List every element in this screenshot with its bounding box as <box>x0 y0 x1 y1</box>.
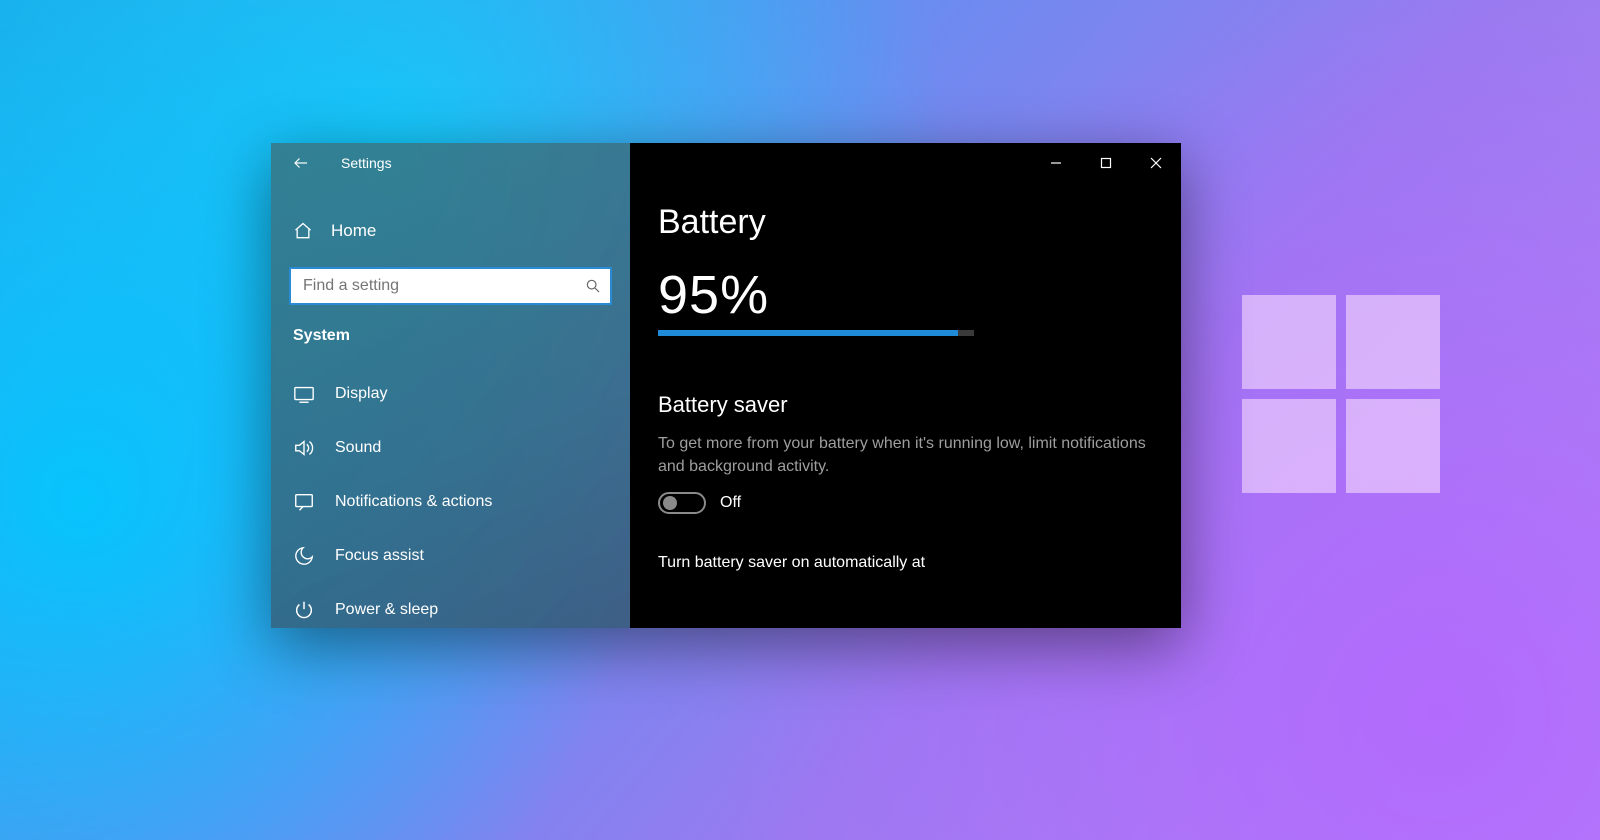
sidebar-nav: Display Sound Notifications & actions Fo… <box>271 367 630 628</box>
sidebar-item-label: Display <box>335 385 387 403</box>
window-title: Settings <box>341 155 392 171</box>
search-input[interactable] <box>291 277 576 295</box>
content-pane: Battery 95% Battery saver To get more fr… <box>630 143 1181 628</box>
battery-saver-toggle-state: Off <box>720 494 741 512</box>
sidebar-item-home[interactable]: Home <box>271 207 630 255</box>
minimize-button[interactable] <box>1031 143 1081 183</box>
auto-saver-label: Turn battery saver on automatically at <box>658 554 1153 572</box>
windows-logo <box>1242 295 1440 493</box>
display-icon <box>293 383 315 405</box>
maximize-button[interactable] <box>1081 143 1131 183</box>
battery-progress-fill <box>658 330 958 336</box>
battery-percent: 95% <box>658 264 1153 326</box>
sidebar-item-notifications[interactable]: Notifications & actions <box>271 475 630 529</box>
sidebar-item-label: Sound <box>335 439 381 457</box>
sidebar-item-label: Power & sleep <box>335 601 438 619</box>
power-icon <box>293 599 315 621</box>
sidebar-item-sound[interactable]: Sound <box>271 421 630 475</box>
sidebar-item-focus-assist[interactable]: Focus assist <box>271 529 630 583</box>
battery-saver-heading: Battery saver <box>658 392 1153 418</box>
search-input-wrap[interactable] <box>289 267 612 305</box>
settings-window: Settings Home System Display <box>271 143 1181 628</box>
sound-icon <box>293 437 315 459</box>
focus-assist-icon <box>293 545 315 567</box>
sidebar: Settings Home System Display <box>271 143 630 628</box>
battery-saver-toggle[interactable] <box>658 492 706 514</box>
home-icon <box>293 221 313 241</box>
back-button[interactable] <box>281 143 321 183</box>
toggle-knob <box>663 496 677 510</box>
sidebar-home-label: Home <box>331 221 376 241</box>
battery-saver-description: To get more from your battery when it's … <box>658 432 1153 478</box>
close-button[interactable] <box>1131 143 1181 183</box>
sidebar-category: System <box>271 305 630 351</box>
search-icon <box>576 278 610 294</box>
notifications-icon <box>293 491 315 513</box>
battery-progress-track <box>658 330 974 336</box>
sidebar-item-display[interactable]: Display <box>271 367 630 421</box>
sidebar-item-label: Notifications & actions <box>335 493 492 511</box>
sidebar-item-power-sleep[interactable]: Power & sleep <box>271 583 630 628</box>
page-title: Battery <box>658 203 1153 242</box>
window-controls <box>1031 143 1181 183</box>
sidebar-item-label: Focus assist <box>335 547 424 565</box>
